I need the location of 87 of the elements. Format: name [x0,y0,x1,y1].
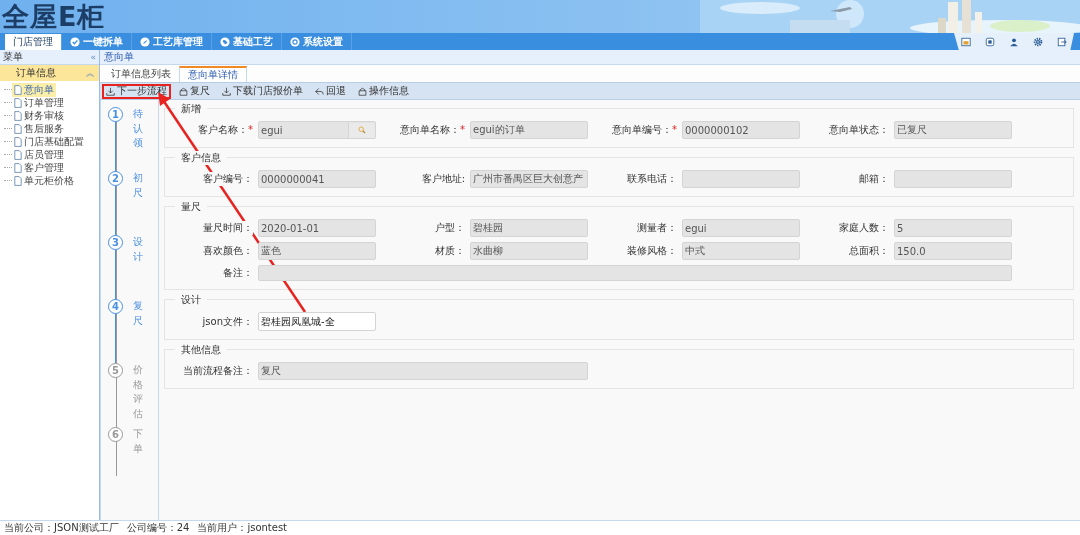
input-field[interactable]: 150.0 [894,242,1012,260]
nav-tab[interactable]: 门店管理 [5,34,62,50]
menu-item[interactable]: 门店基础配置 [12,134,86,149]
input-field[interactable]: 广州市番禺区巨大创意产 [470,170,588,188]
tab[interactable]: 意向单详情 [179,66,247,82]
input-field[interactable]: 蓝色 [258,242,376,260]
step-number: 6 [108,427,123,442]
step-number: 3 [108,235,123,250]
logo: 全屋E柜 [1,0,106,33]
step-label: 设计 [133,235,143,264]
tag-icon [220,36,230,47]
user-icon[interactable] [1009,36,1019,47]
menu-item[interactable]: 订单管理 [12,95,66,110]
document-icon [14,110,22,121]
input-field[interactable]: 5 [894,219,1012,237]
step-number: 1 [108,107,123,122]
search-field[interactable]: egui [258,121,376,139]
input-field[interactable]: 0000000102 [682,121,800,139]
input-field[interactable] [894,170,1012,188]
step-number: 2 [108,171,123,186]
toolbar-button[interactable]: 下载门店报价单 [218,83,307,99]
lock-icon [179,86,188,96]
step-label: 复尺 [133,299,143,328]
group-title: 订单信息 [16,66,56,80]
input-field[interactable]: 碧桂园凤凰城-全 [258,312,376,331]
document-icon [14,123,22,134]
input-field[interactable]: 已复尺 [894,121,1012,139]
section-title: 其他信息 [175,343,227,357]
back-icon [315,86,324,96]
document-icon [14,162,22,173]
step-label: 价格评估 [133,363,143,421]
menu-item[interactable]: 售后服务 [12,121,66,136]
input-field[interactable]: 2020-01-01 [258,219,376,237]
document-icon [14,136,22,147]
input-field[interactable]: 碧桂园 [470,219,588,237]
check-icon [70,36,80,47]
download-icon [106,86,115,96]
toolbar-button[interactable]: 复尺 [175,83,214,99]
step-label: 下单 [133,427,143,456]
input-field[interactable]: egui的订单 [470,121,588,139]
toolbar-button[interactable]: 下一步流程 [102,83,171,99]
field-label: 意向单名称：* [400,123,465,137]
toolbar-button[interactable]: 操作信息 [354,83,413,99]
settings-icon[interactable] [1033,36,1043,47]
menu-item[interactable]: 意向单 [12,82,56,97]
section-title: 新增 [175,102,207,116]
section-title: 客户信息 [175,151,227,165]
field-label: 客户地址: [421,172,465,186]
step-number: 5 [108,363,123,378]
menu-item[interactable]: 单元柜价格 [12,173,76,188]
field-label: 量尺时间： [203,221,253,235]
input-field[interactable]: 中式 [682,242,800,260]
status-text: 公司编号：24 [126,521,190,535]
step-number: 4 [108,299,123,314]
field-label: 客户名称：* [198,123,253,137]
input-field[interactable] [682,170,800,188]
pencil-icon [140,36,150,47]
input-field[interactable]: 水曲柳 [470,242,588,260]
toolbar-button[interactable]: 回退 [311,83,350,99]
input-field[interactable]: 0000000041 [258,170,376,188]
status-text: 当前公司：JSON测试工厂 [4,521,119,535]
step-label: 待认领 [133,107,143,150]
download-icon [222,86,231,96]
breadcrumb: 意向单 [104,50,134,64]
section-title: 量尺 [175,200,207,214]
document-icon [14,149,22,160]
menu-item[interactable]: 客户管理 [12,160,66,175]
calendar-icon[interactable] [985,36,995,47]
section-title: 设计 [175,293,207,307]
input-field[interactable]: egui [682,219,800,237]
document-icon [14,97,22,108]
search-icon[interactable] [358,126,366,134]
lock-icon [358,86,367,96]
status-text: 当前用户：jsontest [197,521,288,535]
document-icon [14,175,22,186]
sidebar-title: 菜单 [3,50,23,64]
step-label: 初尺 [133,171,143,200]
textarea-field[interactable] [258,265,1012,281]
document-icon [14,84,22,95]
tab[interactable]: 订单信息列表 [103,66,179,82]
menu-item[interactable]: 财务审核 [12,108,66,123]
gear-icon [290,36,300,47]
field-label: 意向单编号：* [612,123,677,137]
menu-item[interactable]: 店员管理 [12,147,66,162]
input-field[interactable]: 复尺 [258,362,588,380]
logout-icon[interactable] [1057,36,1067,47]
home-window-icon[interactable] [961,36,971,47]
